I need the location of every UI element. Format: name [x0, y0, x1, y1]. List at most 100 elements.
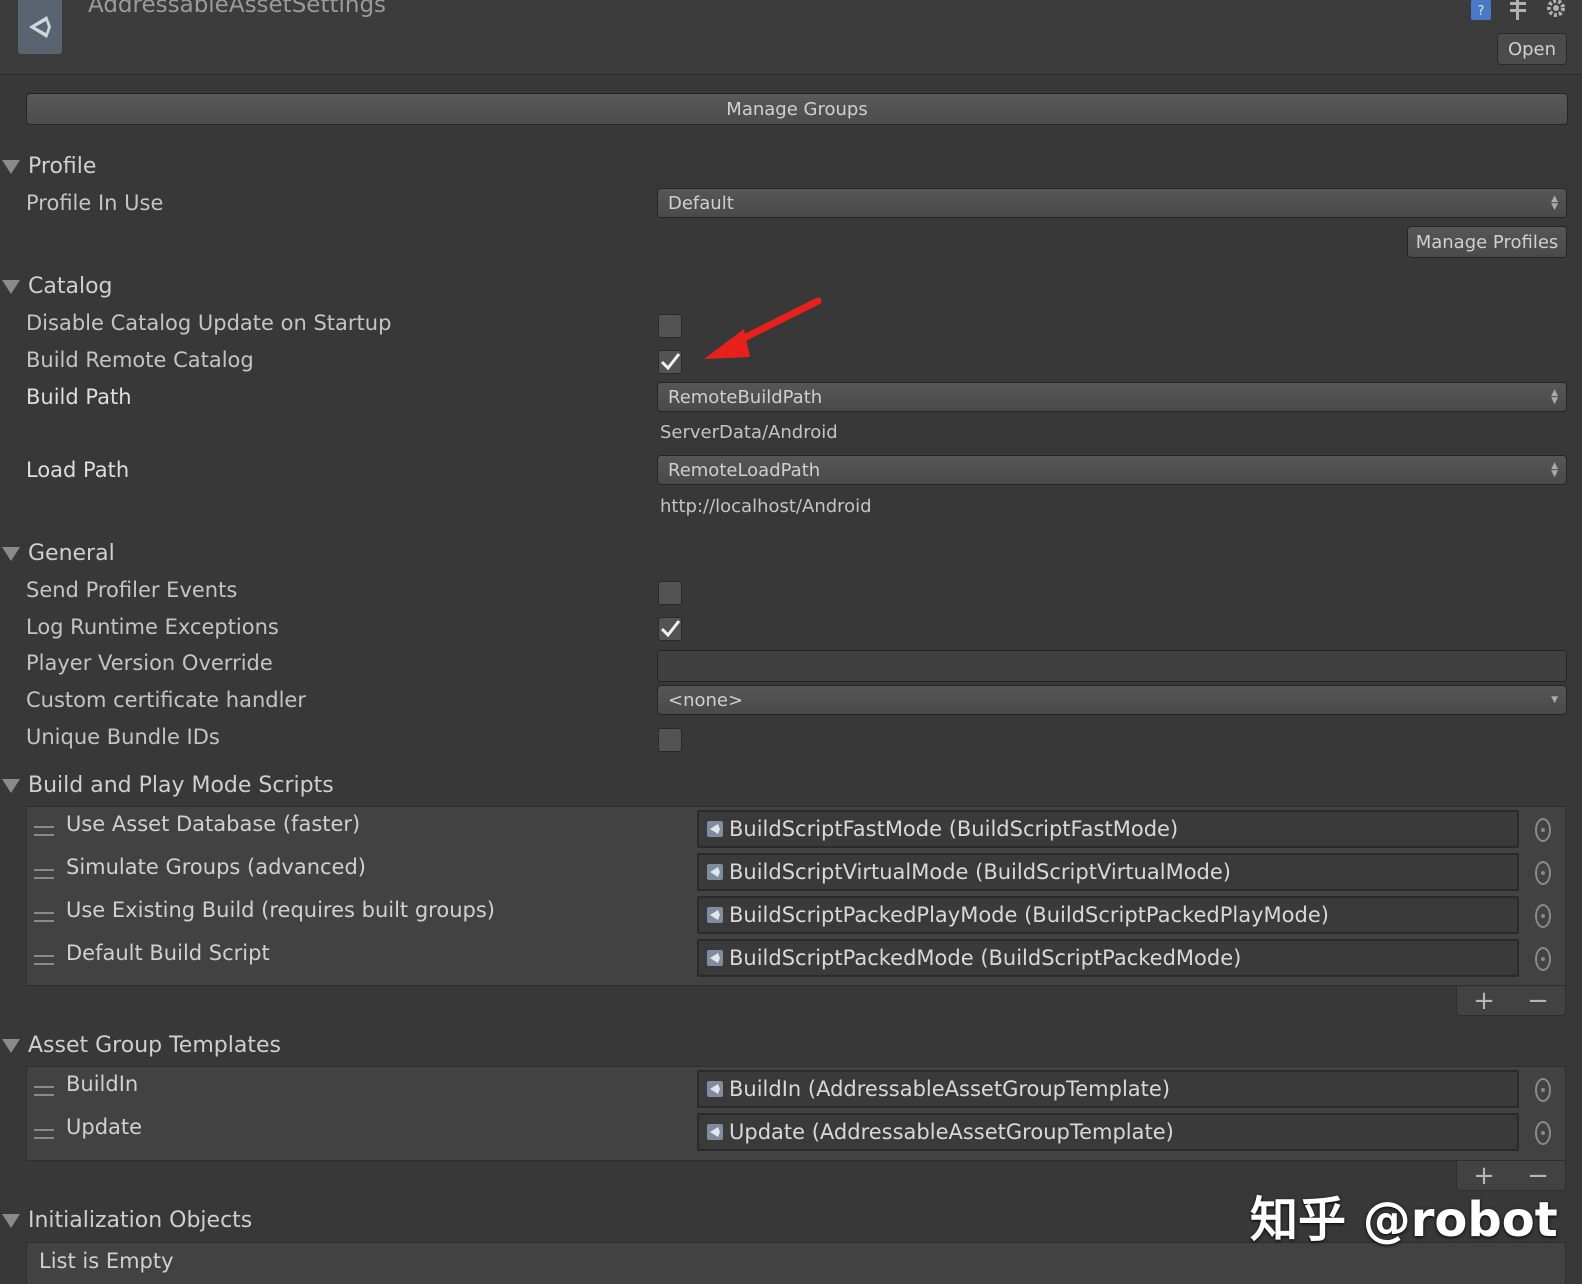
- object-field-value: Update (AddressableAssetGroupTemplate): [729, 1120, 1174, 1144]
- drag-handle-icon[interactable]: [34, 826, 54, 836]
- build-path-value: RemoteBuildPath: [668, 386, 823, 408]
- section-title: General: [28, 541, 115, 566]
- section-title: Initialization Objects: [28, 1208, 253, 1233]
- template-asset-icon: [707, 1081, 723, 1097]
- unique-bundle-ids-checkbox[interactable]: [658, 728, 682, 752]
- object-field-value: BuildScriptVirtualMode (BuildScriptVirtu…: [729, 860, 1231, 884]
- script-asset-icon: [707, 864, 723, 880]
- svg-text:?: ?: [1478, 4, 1485, 19]
- build-play-scripts-foldout[interactable]: Build and Play Mode Scripts: [0, 773, 334, 798]
- object-field[interactable]: BuildScriptPackedMode (BuildScriptPacked…: [697, 939, 1519, 977]
- section-title: Catalog: [28, 274, 113, 299]
- build-path-dropdown[interactable]: RemoteBuildPath ▲ ▼: [657, 382, 1567, 412]
- build-remote-catalog-checkbox[interactable]: [658, 350, 682, 374]
- script-asset-icon: [707, 950, 723, 966]
- dropdown-arrows-icon: ▲ ▼: [1551, 194, 1558, 212]
- certificate-handler-dropdown[interactable]: <none> ▼: [657, 685, 1567, 715]
- section-title: Asset Group Templates: [28, 1033, 281, 1058]
- script-asset-icon: [707, 907, 723, 923]
- profile-foldout[interactable]: Profile: [0, 154, 96, 179]
- asset-group-templates-foldout[interactable]: Asset Group Templates: [0, 1033, 281, 1058]
- object-field-value: BuildScriptPackedPlayMode (BuildScriptPa…: [729, 903, 1329, 927]
- build-path-label: Build Path: [26, 385, 132, 409]
- send-profiler-events-checkbox[interactable]: [658, 581, 682, 605]
- foldout-arrow-icon: [2, 279, 20, 294]
- send-profiler-events-label: Send Profiler Events: [26, 578, 238, 602]
- load-path-resolved: http://localhost/Android: [660, 496, 872, 517]
- general-foldout[interactable]: General: [0, 541, 115, 566]
- object-field[interactable]: BuildScriptVirtualMode (BuildScriptVirtu…: [697, 853, 1519, 891]
- disable-catalog-update-checkbox[interactable]: [658, 314, 682, 338]
- drag-handle-icon[interactable]: [34, 869, 54, 879]
- profile-dropdown[interactable]: Default ▲ ▼: [657, 188, 1567, 218]
- object-picker-icon[interactable]: [1535, 1121, 1551, 1145]
- gear-icon[interactable]: [1545, 0, 1567, 20]
- object-field-value: BuildIn (AddressableAssetGroupTemplate): [729, 1077, 1171, 1101]
- foldout-arrow-icon: [2, 1038, 20, 1053]
- profile-in-use-label: Profile In Use: [26, 191, 164, 215]
- checkmark-icon: [660, 620, 681, 638]
- section-title: Profile: [28, 154, 97, 179]
- open-button[interactable]: Open: [1497, 33, 1567, 65]
- drag-handle-icon[interactable]: [34, 912, 54, 922]
- foldout-arrow-icon: [2, 159, 20, 174]
- load-path-value: RemoteLoadPath: [668, 459, 821, 481]
- object-picker-icon[interactable]: [1535, 818, 1551, 842]
- list-item-label: Default Build Script: [66, 941, 270, 965]
- log-runtime-exceptions-label: Log Runtime Exceptions: [26, 615, 279, 639]
- drag-handle-icon[interactable]: [34, 1129, 54, 1139]
- list-item-label: Simulate Groups (advanced): [66, 855, 366, 879]
- object-field[interactable]: BuildScriptPackedPlayMode (BuildScriptPa…: [697, 896, 1519, 934]
- catalog-foldout[interactable]: Catalog: [0, 274, 113, 299]
- drag-handle-icon[interactable]: [34, 955, 54, 965]
- object-field[interactable]: BuildScriptFastMode (BuildScriptFastMode…: [697, 810, 1519, 848]
- red-arrow-annotation-icon: [704, 297, 822, 359]
- foldout-arrow-icon: [2, 778, 20, 793]
- object-picker-icon[interactable]: [1535, 904, 1551, 928]
- asset-title: AddressableAssetSettings: [88, 0, 387, 18]
- foldout-arrow-icon: [2, 1213, 20, 1228]
- checkmark-icon: [660, 353, 681, 371]
- certificate-handler-value: <none>: [668, 689, 744, 711]
- list-item-label: Use Asset Database (faster): [66, 812, 361, 836]
- object-field[interactable]: BuildIn (AddressableAssetGroupTemplate): [697, 1070, 1519, 1108]
- add-item-button[interactable]: +: [1473, 986, 1495, 1016]
- script-asset-icon: [707, 821, 723, 837]
- object-picker-icon[interactable]: [1535, 947, 1551, 971]
- watermark: 知乎 @robot: [1250, 1192, 1558, 1248]
- object-field[interactable]: Update (AddressableAssetGroupTemplate): [697, 1113, 1519, 1151]
- list-footer: + −: [1456, 986, 1566, 1016]
- disable-catalog-update-label: Disable Catalog Update on Startup: [26, 311, 392, 335]
- object-field-value: BuildScriptPackedMode (BuildScriptPacked…: [729, 946, 1242, 970]
- drag-handle-icon[interactable]: [34, 1086, 54, 1096]
- profile-dropdown-value: Default: [668, 192, 734, 214]
- list-item-label: BuildIn: [66, 1072, 139, 1096]
- object-field-value: BuildScriptFastMode (BuildScriptFastMode…: [729, 817, 1179, 841]
- player-version-override-input[interactable]: [657, 650, 1567, 682]
- manage-groups-button[interactable]: Manage Groups: [26, 93, 1568, 125]
- build-remote-catalog-label: Build Remote Catalog: [26, 348, 254, 372]
- log-runtime-exceptions-checkbox[interactable]: [658, 617, 682, 641]
- custom-certificate-handler-label: Custom certificate handler: [26, 688, 306, 712]
- unique-bundle-ids-label: Unique Bundle IDs: [26, 725, 220, 749]
- dropdown-arrows-icon: ▲ ▼: [1551, 388, 1558, 406]
- load-path-dropdown[interactable]: RemoteLoadPath ▲ ▼: [657, 455, 1567, 485]
- remove-item-button[interactable]: −: [1527, 986, 1549, 1016]
- object-picker-icon[interactable]: [1535, 1078, 1551, 1102]
- section-title: Build and Play Mode Scripts: [28, 773, 334, 798]
- unity-logo-icon: [18, 0, 62, 54]
- manage-profiles-button[interactable]: Manage Profiles: [1407, 226, 1567, 258]
- list-item-label: Use Existing Build (requires built group…: [66, 898, 495, 922]
- template-asset-icon: [707, 1124, 723, 1140]
- list-item-label: Update: [66, 1115, 143, 1139]
- preset-icon[interactable]: [1507, 0, 1529, 20]
- dropdown-arrows-icon: ▲ ▼: [1551, 461, 1558, 479]
- foldout-arrow-icon: [2, 546, 20, 561]
- object-picker-icon[interactable]: [1535, 861, 1551, 885]
- help-icon[interactable]: ?: [1470, 0, 1492, 20]
- build-path-resolved: ServerData/Android: [660, 422, 838, 443]
- load-path-label: Load Path: [26, 458, 130, 482]
- chevron-down-icon: ▼: [1551, 695, 1558, 705]
- player-version-override-label: Player Version Override: [26, 651, 273, 675]
- initialization-objects-foldout[interactable]: Initialization Objects: [0, 1208, 252, 1233]
